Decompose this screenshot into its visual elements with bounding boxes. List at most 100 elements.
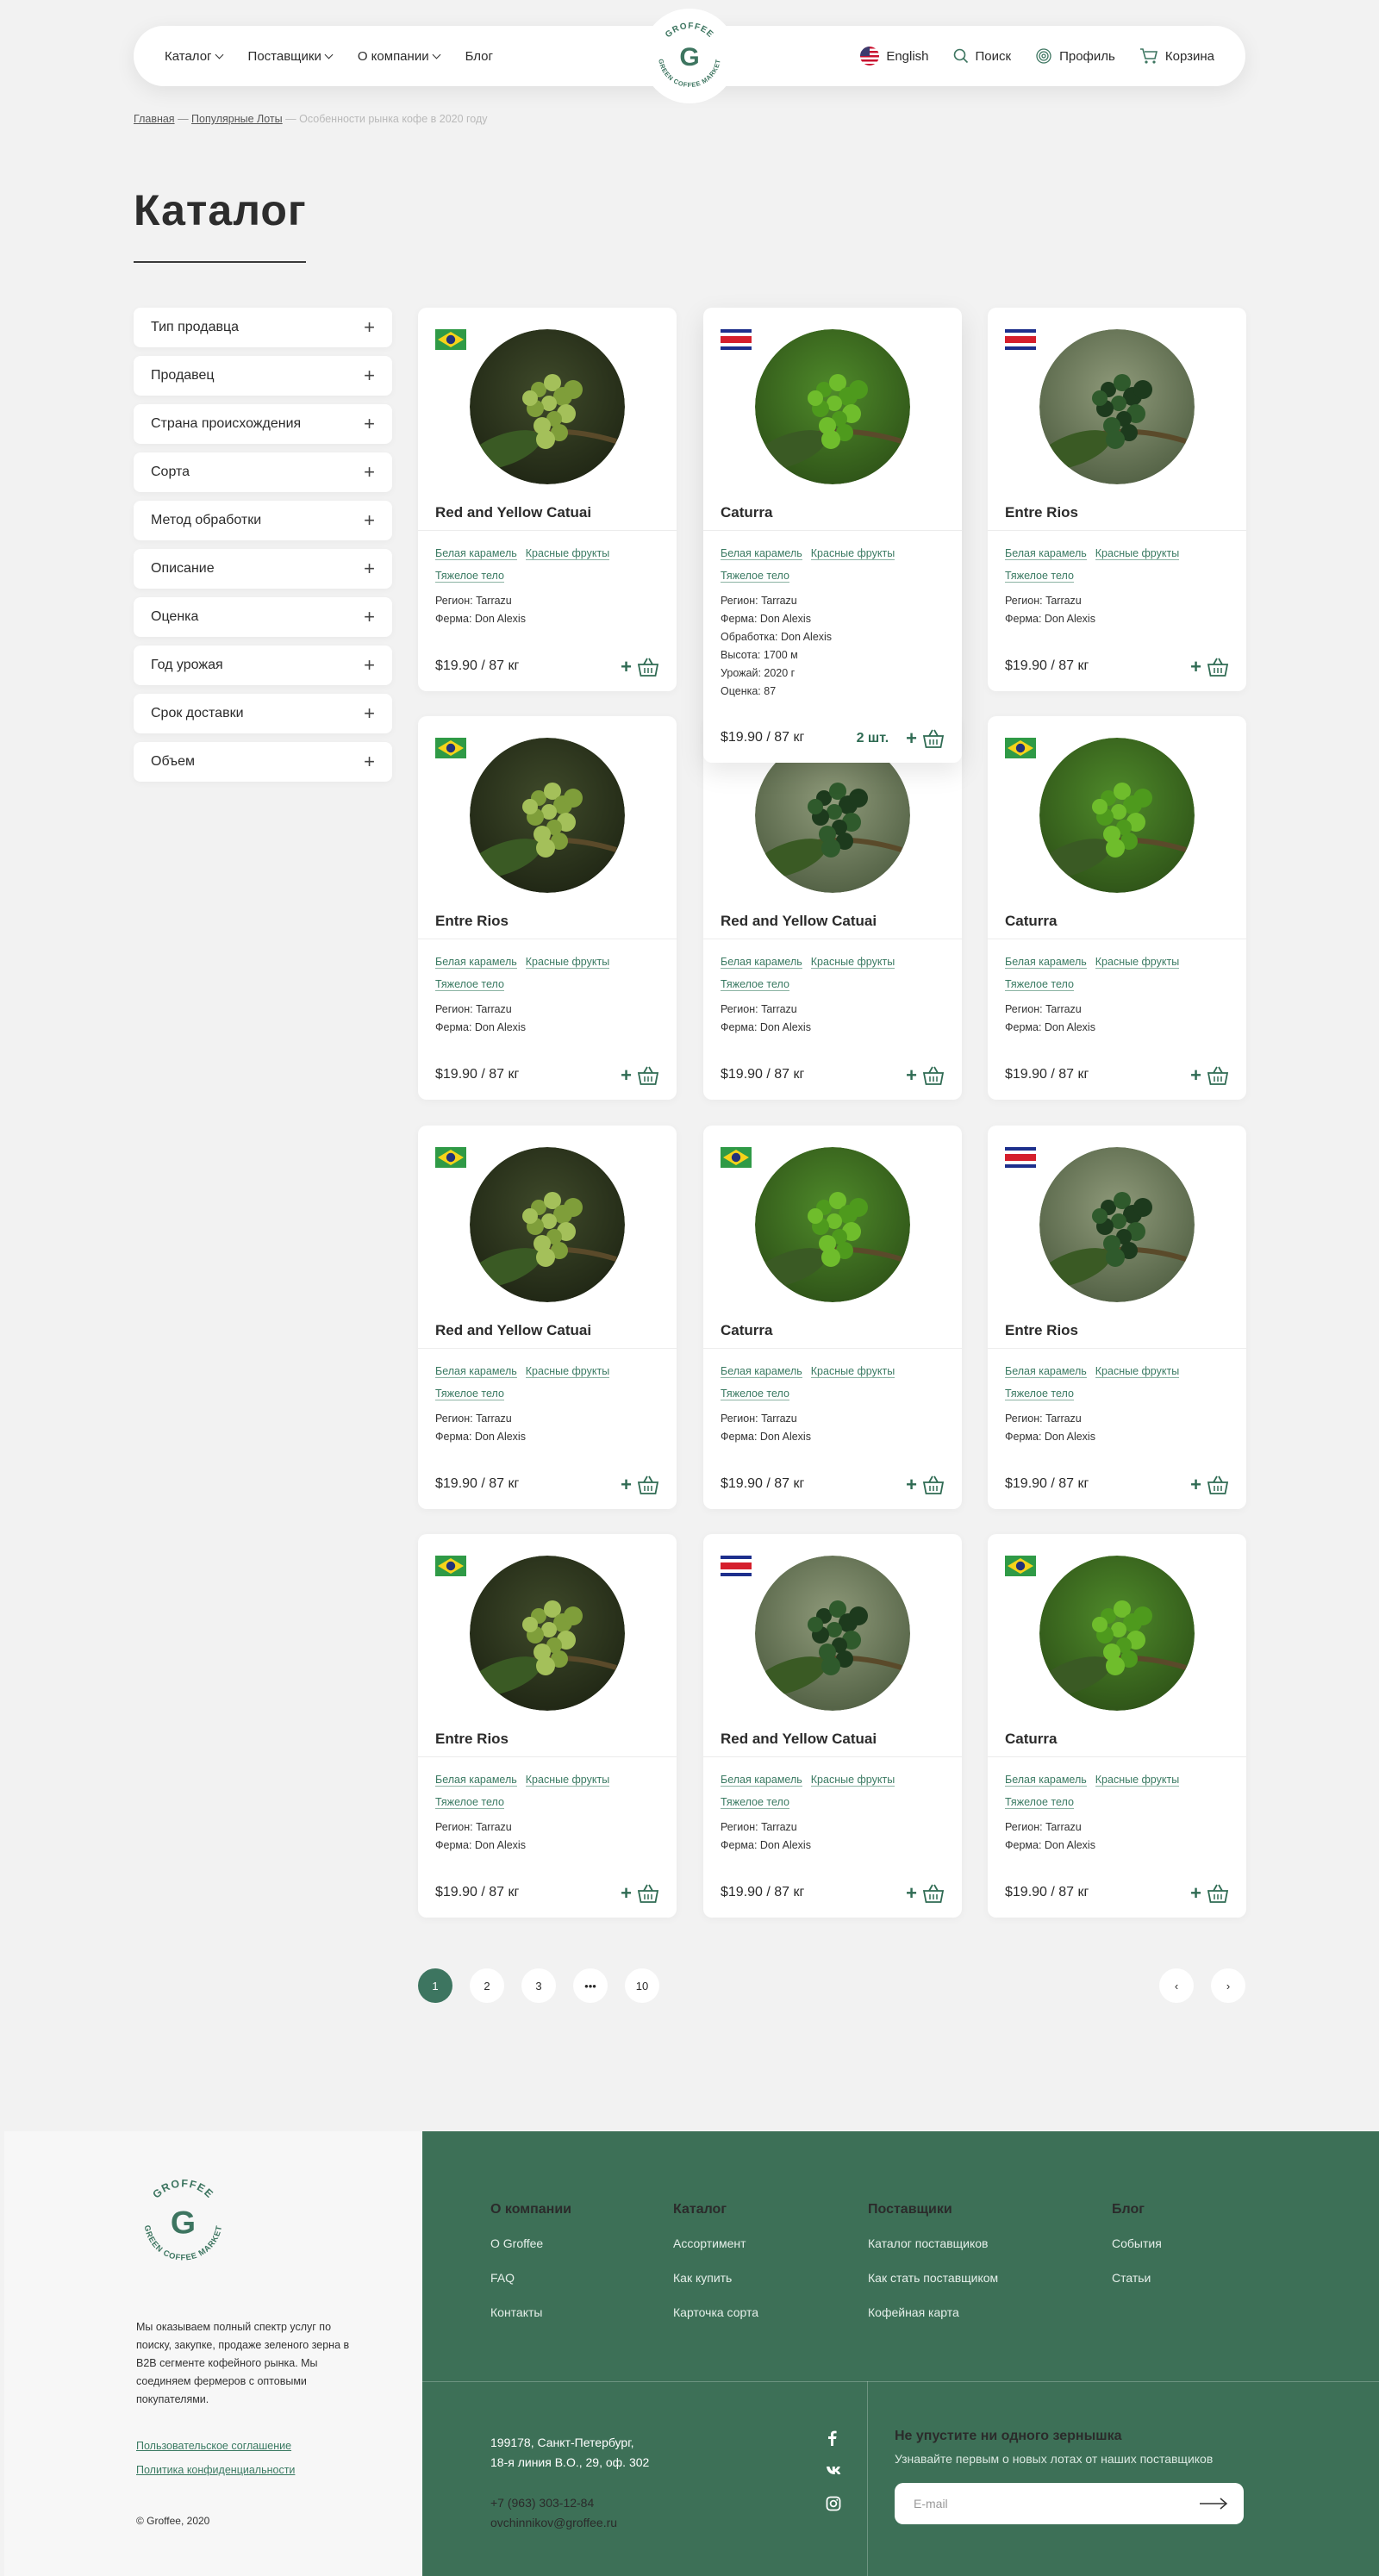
basket-icon[interactable] [1207,1474,1229,1496]
product-card[interactable]: Red and Yellow Catuai Белая карамель Крас… [703,1534,962,1918]
tag-link[interactable]: Тяжелое тело [721,978,789,991]
product-name[interactable]: Caturra [1005,1731,1057,1748]
tag-link[interactable]: Красные фрукты [810,1365,895,1378]
basket-icon[interactable] [1207,656,1229,678]
next-page-button[interactable]: › [1211,1968,1245,2003]
filter-item[interactable]: Метод обработки + [134,501,392,540]
product-card[interactable]: Caturra Белая карамель Красные фрукты Тяже… [988,1534,1246,1918]
page-button[interactable]: 10 [625,1968,659,2003]
filter-item[interactable]: Тип продавца + [134,308,392,347]
basket-icon[interactable] [1207,1882,1229,1905]
tag-link[interactable]: Белая карамель [435,1774,517,1787]
product-card[interactable]: Caturra Белая карамель Красные фрукты Тяже… [703,308,962,763]
add-quantity-button[interactable]: + [906,1882,917,1905]
tag-link[interactable]: Красные фрукты [1095,1365,1180,1378]
product-name[interactable]: Red and Yellow Catuai [721,913,877,930]
basket-icon[interactable] [922,1064,945,1087]
filter-item[interactable]: Продавец + [134,356,392,396]
add-quantity-button[interactable]: + [621,1474,632,1496]
profile-button[interactable]: Профиль [1035,47,1115,65]
facebook-icon[interactable] [826,2430,839,2446]
basket-icon[interactable] [922,1882,945,1905]
footer-link[interactable]: Карточка сорта [673,2305,758,2319]
basket-icon[interactable] [922,727,945,750]
product-card[interactable]: Caturra Белая карамель Красные фрукты Тяже… [988,716,1246,1100]
filter-item[interactable]: Оценка + [134,597,392,637]
arrow-right-icon[interactable] [1198,2496,1229,2511]
tag-link[interactable]: Красные фрукты [1095,1774,1180,1787]
page-button[interactable]: 2 [470,1968,504,2003]
newsletter-email-input[interactable] [895,2483,1244,2524]
nav-about[interactable]: О компании [358,49,441,64]
breadcrumb-section[interactable]: Популярные Лоты [191,113,283,125]
basket-icon[interactable] [637,656,659,678]
footer-link[interactable]: FAQ [490,2271,571,2285]
product-name[interactable]: Entre Rios [435,913,509,930]
nav-catalog[interactable]: Каталог [165,49,223,64]
add-quantity-button[interactable]: + [1190,656,1201,678]
product-name[interactable]: Caturra [1005,913,1057,930]
cart-button[interactable]: Корзина [1139,47,1214,65]
product-name[interactable]: Red and Yellow Catuai [435,504,591,521]
product-card[interactable]: Red and Yellow Catuai Белая карамель Крас… [418,1126,677,1509]
tag-link[interactable]: Красные фрукты [810,547,895,560]
product-name[interactable]: Caturra [721,1322,772,1339]
product-card[interactable]: Red and Yellow Catuai Белая карамель Крас… [418,308,677,691]
tag-link[interactable]: Белая карамель [721,547,802,560]
tag-link[interactable]: Красные фрукты [525,956,610,969]
product-card[interactable]: Entre Rios Белая карамель Красные фрукты Т… [988,1126,1246,1509]
product-name[interactable]: Entre Rios [1005,1322,1078,1339]
vk-icon[interactable] [826,2465,843,2477]
product-card[interactable]: Red and Yellow Catuai Белая карамель Крас… [703,716,962,1100]
instagram-icon[interactable] [826,2496,841,2511]
product-card[interactable]: Entre Rios Белая карамель Красные фрукты Т… [418,716,677,1100]
tag-link[interactable]: Тяжелое тело [1005,978,1074,991]
tag-link[interactable]: Тяжелое тело [435,1388,504,1400]
tag-link[interactable]: Тяжелое тело [1005,1388,1074,1400]
prev-page-button[interactable]: ‹ [1159,1968,1194,2003]
add-quantity-button[interactable]: + [906,1064,917,1087]
tag-link[interactable]: Красные фрукты [1095,956,1180,969]
nav-blog[interactable]: Блог [465,49,493,64]
footer-link[interactable]: Как купить [673,2271,758,2285]
tag-link[interactable]: Белая карамель [1005,956,1087,969]
email-link[interactable]: ovchinnikov@groffee.ru [490,2513,617,2533]
add-quantity-button[interactable]: + [1190,1882,1201,1905]
product-name[interactable]: Red and Yellow Catuai [435,1322,591,1339]
tag-link[interactable]: Белая карамель [721,956,802,969]
product-name[interactable]: Entre Rios [435,1731,509,1748]
filter-item[interactable]: Срок доставки + [134,694,392,733]
product-card[interactable]: Entre Rios Белая карамель Красные фрукты Т… [418,1534,677,1918]
add-quantity-button[interactable]: + [621,656,632,678]
filter-item[interactable]: Объем + [134,742,392,782]
tag-link[interactable]: Красные фрукты [525,547,610,560]
footer-logo-icon[interactable]: GROFFEE GREEN COFFEE MARKET G [129,2167,237,2275]
page-button[interactable]: ••• [573,1968,608,2003]
tag-link[interactable]: Тяжелое тело [721,1796,789,1809]
page-button[interactable]: 3 [521,1968,556,2003]
basket-icon[interactable] [1207,1064,1229,1087]
product-name[interactable]: Caturra [721,504,772,521]
tag-link[interactable]: Тяжелое тело [721,1388,789,1400]
tag-link[interactable]: Красные фрукты [525,1774,610,1787]
footer-link[interactable]: Как стать поставщиком [868,2271,998,2285]
filter-item[interactable]: Сорта + [134,452,392,492]
tag-link[interactable]: Красные фрукты [810,956,895,969]
tag-link[interactable]: Белая карамель [1005,547,1087,560]
terms-link[interactable]: Пользовательское соглашение [136,2434,295,2458]
footer-link[interactable]: Каталог поставщиков [868,2236,998,2250]
tag-link[interactable]: Белая карамель [1005,1365,1087,1378]
filter-item[interactable]: Год урожая + [134,646,392,685]
filter-item[interactable]: Описание + [134,549,392,589]
add-quantity-button[interactable]: + [906,1474,917,1496]
tag-link[interactable]: Тяжелое тело [435,1796,504,1809]
tag-link[interactable]: Белая карамель [721,1774,802,1787]
page-button[interactable]: 1 [418,1968,452,2003]
tag-link[interactable]: Белая карамель [1005,1774,1087,1787]
product-card[interactable]: Caturra Белая карамель Красные фрукты Тяже… [703,1126,962,1509]
add-quantity-button[interactable]: + [1190,1064,1201,1087]
search-button[interactable]: Поиск [953,48,1011,64]
add-quantity-button[interactable]: + [621,1882,632,1905]
nav-suppliers[interactable]: Поставщики [248,49,334,64]
tag-link[interactable]: Белая карамель [721,1365,802,1378]
